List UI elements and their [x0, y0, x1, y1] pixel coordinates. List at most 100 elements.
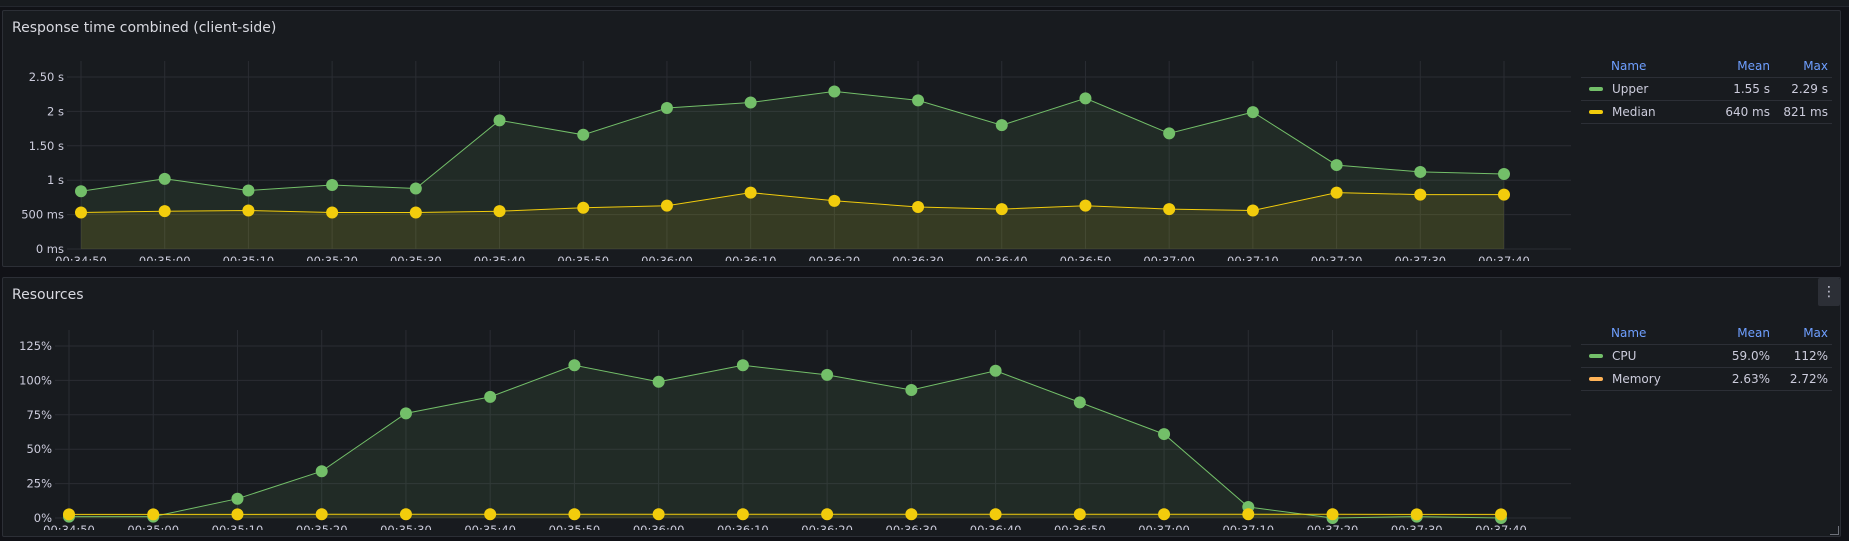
data-point[interactable]: [1414, 188, 1427, 201]
data-point[interactable]: [1330, 159, 1343, 172]
panel-response-time: Response time combined (client-side) 0 m…: [2, 10, 1841, 267]
data-point[interactable]: [1073, 396, 1086, 409]
x-tick-label: 00:35:00: [139, 254, 191, 261]
data-point[interactable]: [1079, 199, 1092, 212]
data-point[interactable]: [1242, 508, 1255, 521]
legend-row-median[interactable]: Median 640 ms 821 ms: [1581, 101, 1832, 124]
data-point[interactable]: [577, 128, 590, 141]
legend-header-name[interactable]: Name: [1581, 59, 1680, 73]
data-point[interactable]: [736, 508, 749, 521]
data-point[interactable]: [231, 492, 244, 505]
legend-row-upper[interactable]: Upper 1.55 s 2.29 s: [1581, 78, 1832, 101]
x-tick-label: 00:36:40: [976, 254, 1028, 261]
data-point[interactable]: [828, 85, 841, 98]
data-point[interactable]: [399, 407, 412, 420]
data-point[interactable]: [326, 206, 339, 219]
data-point[interactable]: [1414, 165, 1427, 178]
data-point[interactable]: [1246, 106, 1259, 119]
x-tick-label: 00:37:10: [1227, 254, 1279, 261]
data-point[interactable]: [242, 204, 255, 217]
data-point[interactable]: [493, 114, 506, 127]
panel-title: Response time combined (client-side): [12, 20, 277, 36]
data-point[interactable]: [744, 186, 757, 199]
data-point[interactable]: [995, 119, 1008, 132]
y-tick-label: 125%: [19, 339, 52, 353]
data-point[interactable]: [75, 206, 87, 219]
data-point[interactable]: [242, 184, 255, 197]
panel-menu-button[interactable]: ⋮: [1818, 278, 1840, 306]
legend-header: Name Mean Max: [1581, 55, 1832, 78]
x-tick-label: 00:37:20: [1307, 523, 1359, 530]
legend-header-mean[interactable]: Mean: [1680, 326, 1770, 340]
data-point[interactable]: [995, 203, 1008, 216]
legend-row-memory[interactable]: Memory 2.63% 2.72%: [1581, 368, 1832, 391]
resources-chart[interactable]: 0%25%50%75%100%125%00:34:50 00:35:00 00:35…: [3, 316, 1578, 530]
data-point[interactable]: [1326, 508, 1339, 521]
y-tick-label: 2.50 s: [29, 70, 64, 84]
data-point[interactable]: [1073, 508, 1086, 521]
data-point[interactable]: [63, 508, 75, 521]
data-point[interactable]: [1079, 92, 1092, 105]
data-point[interactable]: [1498, 188, 1510, 201]
data-point[interactable]: [905, 508, 918, 521]
data-point[interactable]: [326, 179, 339, 192]
data-point[interactable]: [1330, 186, 1343, 199]
legend-max-value: 821 ms: [1783, 105, 1828, 119]
data-point[interactable]: [1158, 508, 1171, 521]
data-point[interactable]: [484, 390, 497, 403]
data-point[interactable]: [399, 508, 412, 521]
legend-header-max[interactable]: Max: [1770, 326, 1832, 340]
data-point[interactable]: [484, 508, 497, 521]
y-tick-label: 2 s: [47, 104, 64, 118]
data-point[interactable]: [1163, 127, 1176, 140]
data-point[interactable]: [912, 201, 925, 214]
legend-mean-value: 640 ms: [1725, 105, 1770, 119]
data-point[interactable]: [652, 375, 665, 388]
legend-header-mean[interactable]: Mean: [1680, 59, 1770, 73]
data-point[interactable]: [158, 205, 171, 218]
data-point[interactable]: [409, 182, 422, 195]
data-point[interactable]: [744, 96, 757, 109]
data-point[interactable]: [75, 185, 87, 198]
data-point[interactable]: [231, 508, 244, 521]
data-point[interactable]: [905, 384, 918, 397]
data-point[interactable]: [821, 368, 834, 381]
response-time-chart[interactable]: 0 ms500 ms1 s1.50 s2 s2.50 s00:34:50 00:3…: [3, 49, 1578, 261]
panel-title: Resources: [12, 287, 84, 303]
data-point[interactable]: [577, 201, 590, 214]
data-point[interactable]: [1246, 204, 1259, 217]
data-point[interactable]: [1495, 508, 1507, 521]
data-point[interactable]: [315, 508, 328, 521]
data-point[interactable]: [1163, 203, 1176, 216]
data-point[interactable]: [989, 364, 1002, 377]
data-point[interactable]: [315, 465, 328, 478]
data-point[interactable]: [828, 194, 841, 207]
x-tick-label: 00:35:50: [549, 523, 601, 530]
data-point[interactable]: [493, 205, 506, 218]
x-tick-label: 00:35:30: [380, 523, 432, 530]
data-point[interactable]: [652, 508, 665, 521]
data-point[interactable]: [158, 172, 171, 185]
data-point[interactable]: [1158, 428, 1171, 441]
data-point[interactable]: [568, 508, 581, 521]
data-point[interactable]: [1410, 508, 1423, 521]
data-point[interactable]: [660, 199, 673, 212]
legend-table: Name Mean Max CPU 59.0% 112% Memory 2.63…: [1581, 322, 1832, 391]
data-point[interactable]: [568, 359, 581, 372]
data-point[interactable]: [1498, 168, 1510, 181]
data-point[interactable]: [821, 508, 834, 521]
resize-handle-icon[interactable]: [1830, 526, 1839, 535]
y-tick-label: 100%: [19, 373, 52, 387]
data-point[interactable]: [989, 508, 1002, 521]
legend-header-name[interactable]: Name: [1581, 326, 1680, 340]
series-color-swatch: [1589, 377, 1603, 381]
data-point[interactable]: [409, 206, 422, 219]
legend-header-max[interactable]: Max: [1770, 59, 1832, 73]
y-tick-label: 25%: [26, 477, 52, 491]
legend-row-cpu[interactable]: CPU 59.0% 112%: [1581, 345, 1832, 368]
x-tick-label: 00:36:40: [970, 523, 1022, 530]
data-point[interactable]: [660, 101, 673, 114]
data-point[interactable]: [147, 508, 160, 521]
data-point[interactable]: [912, 94, 925, 107]
data-point[interactable]: [736, 359, 749, 372]
